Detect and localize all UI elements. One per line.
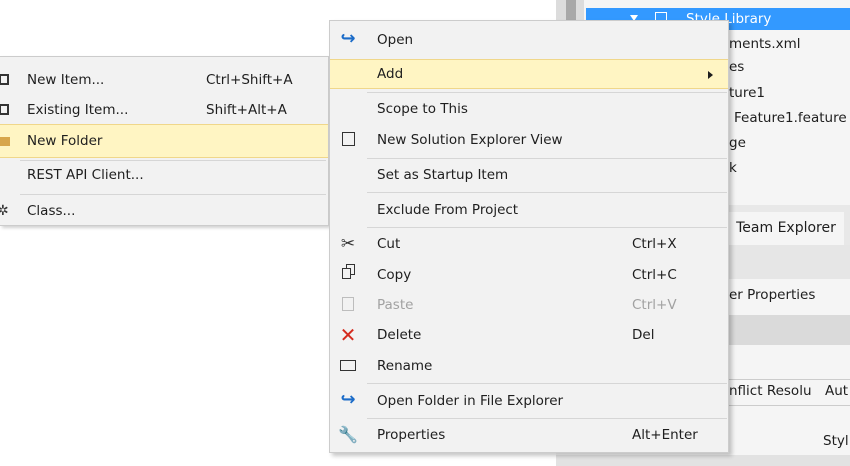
delete-icon: ✕ bbox=[339, 323, 357, 347]
menu-item-label: New Item... bbox=[27, 72, 105, 88]
menu-item-label: Rename bbox=[377, 358, 433, 374]
submenu-item-rest-api-client[interactable]: REST API Client... bbox=[0, 158, 328, 192]
scissors-icon: ✂ bbox=[340, 234, 356, 254]
menu-item-shortcut: Shift+Alt+A bbox=[206, 102, 287, 118]
menu-item-exclude-from-project[interactable]: Exclude From Project bbox=[330, 195, 728, 225]
menu-separator bbox=[367, 158, 727, 159]
rename-icon bbox=[338, 351, 358, 381]
submenu-item-new-folder[interactable]: New Folder bbox=[0, 124, 328, 158]
submenu-item-existing-item[interactable]: Existing Item... Shift+Alt+A bbox=[0, 93, 328, 127]
menu-item-label: REST API Client... bbox=[27, 167, 144, 183]
copy-icon bbox=[338, 260, 358, 290]
paste-icon bbox=[338, 290, 358, 320]
tree-item-label: Feature1.feature bbox=[734, 110, 847, 126]
menu-item-shortcut: Del bbox=[632, 327, 655, 343]
menu-item-open-folder-in-file-explorer[interactable]: ↪ Open Folder in File Explorer bbox=[330, 386, 728, 416]
menu-item-new-solution-explorer-view[interactable]: New Solution Explorer View bbox=[330, 125, 728, 155]
menu-item-set-as-startup-item[interactable]: Set as Startup Item bbox=[330, 160, 728, 190]
tab-team-explorer[interactable]: Team Explorer bbox=[728, 212, 844, 245]
add-submenu: New Item... Ctrl+Shift+A Existing Item..… bbox=[0, 56, 329, 226]
menu-item-paste[interactable]: Paste Ctrl+V bbox=[330, 290, 728, 320]
menu-item-label: Exclude From Project bbox=[377, 202, 519, 218]
tree-item-label: ge bbox=[729, 135, 746, 151]
menu-item-label: Open bbox=[377, 32, 414, 48]
tree-item-label: es bbox=[729, 59, 745, 75]
submenu-item-class[interactable]: ✲ Class... bbox=[0, 194, 328, 228]
existing-item-icon bbox=[0, 104, 9, 115]
menu-item-label: New Folder bbox=[27, 133, 103, 149]
menu-item-label: Set as Startup Item bbox=[377, 167, 509, 183]
menu-item-open[interactable]: ↪ Open bbox=[330, 25, 728, 55]
menu-item-label: New Solution Explorer View bbox=[377, 132, 563, 148]
context-menu: ↪ Open Add Scope to This New Solution Ex… bbox=[329, 20, 729, 453]
menu-item-label: Properties bbox=[377, 427, 446, 443]
tree-item-label: k bbox=[729, 160, 737, 176]
property-name: nflict Resolu bbox=[729, 383, 812, 399]
wrench-icon: 🔧 bbox=[338, 425, 358, 444]
menu-separator bbox=[367, 227, 727, 228]
menu-item-rename[interactable]: Rename bbox=[330, 351, 728, 381]
menu-item-add[interactable]: Add bbox=[330, 59, 728, 89]
property-value[interactable]: Aut bbox=[825, 383, 848, 399]
menu-separator bbox=[367, 92, 727, 93]
property-value[interactable]: Styl bbox=[823, 433, 849, 449]
menu-item-copy[interactable]: Copy Ctrl+C bbox=[330, 260, 728, 290]
class-icon: ✲ bbox=[0, 203, 9, 219]
menu-item-label: Copy bbox=[377, 267, 412, 283]
menu-item-label: Existing Item... bbox=[27, 102, 129, 118]
menu-item-shortcut: Ctrl+X bbox=[632, 236, 677, 252]
menu-item-shortcut: Ctrl+Shift+A bbox=[206, 72, 293, 88]
tree-item-label: ments.xml bbox=[729, 36, 801, 52]
menu-item-delete[interactable]: ✕ Delete Del bbox=[330, 320, 728, 350]
menu-item-label: Add bbox=[377, 66, 404, 82]
menu-separator bbox=[367, 418, 727, 419]
open-icon: ↪ bbox=[340, 28, 356, 49]
submenu-arrow-icon bbox=[708, 71, 713, 79]
properties-bottom-row bbox=[556, 455, 850, 466]
menu-separator bbox=[367, 383, 727, 384]
properties-title: er Properties bbox=[729, 287, 816, 303]
menu-item-shortcut: Ctrl+V bbox=[632, 297, 677, 313]
menu-item-label: Delete bbox=[377, 327, 422, 343]
menu-separator bbox=[367, 192, 727, 193]
menu-item-cut[interactable]: ✂ Cut Ctrl+X bbox=[330, 229, 728, 259]
tree-item-label: ture1 bbox=[729, 85, 765, 101]
menu-item-label: Paste bbox=[377, 297, 414, 313]
menu-item-label: Open Folder in File Explorer bbox=[377, 393, 564, 409]
open-icon: ↪ bbox=[340, 389, 356, 410]
menu-item-properties[interactable]: 🔧 Properties Alt+Enter bbox=[330, 420, 728, 450]
menu-item-label: Scope to This bbox=[377, 101, 468, 117]
menu-item-scope-to-this[interactable]: Scope to This bbox=[330, 94, 728, 124]
menu-item-label: Class... bbox=[27, 203, 76, 219]
new-item-icon bbox=[0, 74, 9, 85]
solution-view-icon bbox=[338, 125, 358, 155]
submenu-item-new-item[interactable]: New Item... Ctrl+Shift+A bbox=[0, 63, 328, 97]
folder-icon bbox=[0, 137, 10, 146]
menu-item-shortcut: Ctrl+C bbox=[632, 267, 677, 283]
menu-item-label: Cut bbox=[377, 236, 401, 252]
menu-item-shortcut: Alt+Enter bbox=[632, 427, 698, 443]
